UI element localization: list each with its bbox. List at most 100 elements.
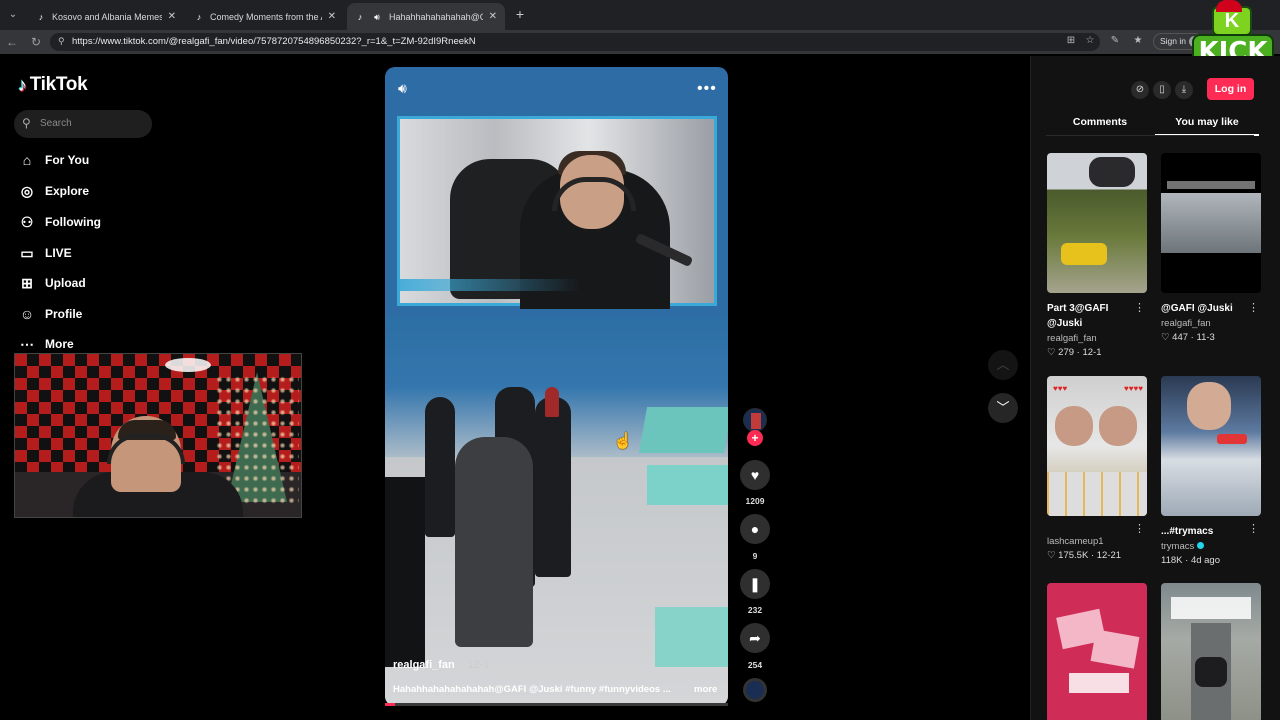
chevron-up-icon: ︿ [996,357,1010,372]
sidebar-item-live[interactable]: ▭ LIVE [18,242,72,264]
sidebar-item-following[interactable]: ⚇ Following [18,211,101,233]
previous-video-button[interactable]: ︿ [988,350,1018,380]
volume-icon[interactable]: 🔊︎ [398,80,407,97]
recommended-video-card[interactable]: ⋮ @GAFI @Juski realgafi_fan ♡ 447 · 11-3 [1161,153,1261,343]
bookmark-icon: ❚ [749,576,761,592]
video-caption: Hahahhahahahahahah@GAFI @Juski #funny #f… [393,684,671,695]
card-menu-icon[interactable]: ⋮ [1248,301,1259,314]
share-arrow-icon: ➦ [749,630,761,646]
save-button[interactable]: ❚ [740,569,770,599]
close-tab-icon[interactable]: ✕ [328,11,336,22]
card-menu-icon[interactable]: ⋮ [1134,301,1145,314]
tiktok-logo[interactable]: ♪ TikTok [18,74,88,96]
download-icon[interactable]: ⤓ [1175,81,1193,99]
ring-light [165,358,211,372]
search-input[interactable]: ⚲ Search [14,110,152,138]
card-stats: ♡ 447 · 11-3 [1161,332,1215,343]
card-username[interactable]: realgafi_fan [1161,318,1261,329]
browser-tab-bar: ⌄ ♪ Kosovo and Albania Memes Collec ✕ ♪ … [0,0,1280,30]
extension-icon[interactable]: ✎ [1108,34,1122,48]
game-character [535,397,571,577]
search-icon: ⚲ [22,116,31,130]
like-button[interactable]: ♥ [740,460,770,490]
video-thumbnail[interactable] [1161,153,1261,293]
tab-search-chevron-icon[interactable]: ⌄ [4,6,22,24]
browser-tab[interactable]: ♪ Comedy Moments from the Alban ✕ [186,3,344,30]
comment-button[interactable]: ● [740,514,770,544]
video-thumbnail[interactable] [1047,583,1147,720]
site-info-icon[interactable]: ⚲ [58,36,65,47]
browser-tab-active[interactable]: ♪ 🔊︎ Hahahhahahahahah@GA ✕ [347,3,505,30]
recommended-video-card[interactable]: ⋮ Part 3@GAFI @Juski realgafi_fan ♡ 279 … [1047,153,1147,358]
browser-tab[interactable]: ♪ Kosovo and Albania Memes Collec ✕ [28,3,184,30]
get-app-icon[interactable]: ▯ [1153,81,1171,99]
card-title-line: Part 3@GAFI [1047,303,1109,314]
close-tab-icon[interactable]: ✕ [168,11,176,22]
compass-icon: ◎ [20,182,34,199]
card-menu-icon[interactable]: ⋮ [1248,522,1259,535]
video-thumbnail[interactable] [1161,583,1261,720]
card-date: 11-3 [1196,332,1215,343]
music-disc-icon[interactable] [743,678,767,702]
facecam [397,116,717,309]
card-date: 12-1 [1082,347,1102,358]
card-stats: 118K · 4d ago [1161,555,1220,566]
save-count: 232 [747,605,763,615]
video-thumbnail[interactable] [1161,376,1261,516]
sidebar-item-label: For You [45,153,90,167]
card-username-text: trymacs [1161,541,1195,552]
brand-name: TikTok [29,74,88,95]
card-username[interactable]: realgafi_fan [1047,333,1147,344]
thumbnail-person [1099,406,1137,446]
card-title-line: @GAFI @Juski [1161,303,1233,314]
video-thumbnail[interactable]: ♥♥♥ ♥♥♥♥ [1047,376,1147,516]
recommended-video-card[interactable] [1047,583,1147,720]
recommended-video-card[interactable]: ♥♥♥ ♥♥♥♥ ⋮ lashcameup1 ♡ 175.5K · 12-21 [1047,376,1147,561]
speaker-playing-icon: 🔊︎ [374,11,380,22]
next-video-button[interactable]: ﹀ [988,393,1018,423]
thumbnail-caption [1069,673,1129,693]
heart-icon: ♥♥♥♥ [1124,384,1143,393]
explore-compass-icon[interactable]: ⊘ [1131,81,1149,99]
hospital-bed [647,465,728,505]
log-in-button[interactable]: Log in [1207,78,1254,100]
follow-plus-icon[interactable]: + [747,430,763,446]
more-options-icon[interactable]: ••• [697,80,717,98]
card-title: ...#trymacs [1161,524,1261,539]
url-field[interactable]: ⚲ https://www.tiktok.com/@realgafi_fan/v… [50,33,1100,51]
recommended-video-card[interactable]: ⋮ ...#trymacs trymacs 118K · 4d ago [1161,376,1261,566]
heart-outline-icon: ♡ [1047,550,1056,561]
sidebar-item-explore[interactable]: ◎ Explore [18,180,89,202]
card-username[interactable]: lashcameup1 [1047,536,1147,547]
profile-icon: ☺ [19,306,35,322]
sidebar-item-more[interactable]: ⋯ More [18,333,74,355]
creator-avatar[interactable] [743,408,767,432]
reload-icon[interactable]: ↻ [28,34,44,50]
share-button[interactable]: ➦ [740,623,770,653]
upload-icon: ⊞ [21,274,33,291]
card-menu-icon[interactable]: ⋮ [1134,522,1145,535]
close-tab-icon[interactable]: ✕ [489,11,497,22]
tab-comments[interactable]: Comments [1048,116,1152,136]
video-thumbnail[interactable] [1047,153,1147,293]
tab-you-may-like[interactable]: You may like [1155,116,1259,136]
sidebar-item-profile[interactable]: ☺ Profile [18,303,83,325]
install-app-icon[interactable]: ⊞ [1064,34,1078,48]
sidebar-item-for-you[interactable]: ⌂ For You [18,149,89,171]
thumbnail-person [1055,406,1093,446]
new-tab-icon[interactable]: + [512,6,528,22]
more-icon: ⋯ [20,335,34,352]
card-title: Part 3@GAFI @Juski [1047,301,1147,331]
sidebar-item-label: LIVE [45,246,72,260]
card-title-line: ...#trymacs [1161,526,1214,537]
card-username[interactable]: trymacs [1161,541,1261,552]
bookmark-star-icon[interactable]: ☆ [1083,34,1097,48]
game-footage [385,317,728,706]
back-icon[interactable]: ← [4,34,20,50]
caption-more-button[interactable]: more [694,684,717,695]
sidebar-item-upload[interactable]: ⊞ Upload [18,272,86,294]
video-author[interactable]: realgafi_fan · 12-1 [393,659,490,671]
favorites-icon[interactable]: ★ [1131,34,1145,48]
video-progress-bar[interactable] [385,703,728,706]
recommended-video-card[interactable] [1161,583,1261,720]
